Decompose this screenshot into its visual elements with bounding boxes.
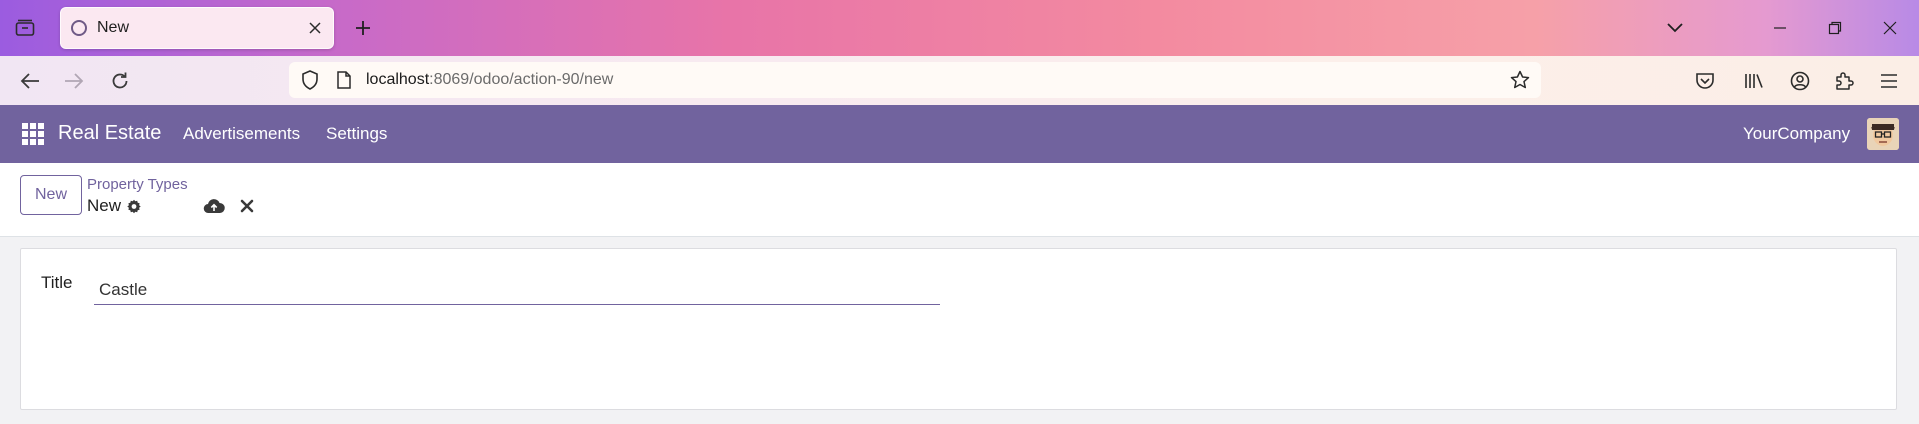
menu-settings[interactable]: Settings <box>326 124 387 144</box>
minimize-icon[interactable] <box>1768 16 1792 40</box>
url-host: localhost <box>366 71 430 88</box>
browser-toolbar: localhost:8069/odoo/action-90/new <box>0 56 1919 105</box>
browser-tab[interactable]: New <box>60 7 334 49</box>
pocket-icon[interactable] <box>1692 68 1718 94</box>
record-name: New <box>87 196 122 215</box>
app-navbar: Real Estate Advertisements Settings Your… <box>0 105 1919 163</box>
title-input[interactable] <box>94 269 940 305</box>
account-icon[interactable] <box>1787 68 1813 94</box>
back-arrow-icon[interactable] <box>17 68 43 94</box>
chevron-down-icon[interactable] <box>1663 16 1687 40</box>
form-view: Title <box>0 238 1919 424</box>
tab-title: New <box>97 19 130 36</box>
tab-favicon-icon <box>71 20 87 36</box>
tab-list-icon[interactable] <box>12 16 38 40</box>
bookmark-star-icon[interactable] <box>1509 69 1531 91</box>
breadcrumb-property-types[interactable]: Property Types <box>87 176 188 193</box>
new-tab-icon[interactable] <box>351 16 375 40</box>
menu-advertisements[interactable]: Advertisements <box>183 124 300 144</box>
shield-icon[interactable] <box>299 69 321 91</box>
gear-icon[interactable] <box>125 198 143 216</box>
control-panel: New Property Types New <box>0 163 1919 237</box>
apps-grid-icon[interactable] <box>22 123 44 145</box>
form-sheet: Title <box>20 248 1897 410</box>
tab-close-icon[interactable] <box>307 20 323 36</box>
library-icon[interactable] <box>1742 68 1768 94</box>
company-switcher[interactable]: YourCompany <box>1743 124 1850 144</box>
restore-icon[interactable] <box>1823 16 1847 40</box>
app-brand[interactable]: Real Estate <box>58 122 161 145</box>
url-path: :8069/odoo/action-90/new <box>429 71 614 88</box>
discard-close-icon[interactable] <box>238 197 256 215</box>
browser-tab-strip: New <box>0 0 1919 56</box>
extensions-icon[interactable] <box>1831 68 1857 94</box>
page-info-icon[interactable] <box>333 69 355 91</box>
menu-hamburger-icon[interactable] <box>1876 68 1902 94</box>
cloud-upload-save-icon[interactable] <box>203 196 225 216</box>
new-button[interactable]: New <box>20 175 82 215</box>
url-bar[interactable]: localhost:8069/odoo/action-90/new <box>289 62 1541 98</box>
title-label: Title <box>41 273 73 292</box>
forward-arrow-icon[interactable] <box>61 68 87 94</box>
url-text[interactable]: localhost:8069/odoo/action-90/new <box>366 71 613 89</box>
reload-icon[interactable] <box>107 68 133 94</box>
close-window-icon[interactable] <box>1878 16 1902 40</box>
user-avatar[interactable] <box>1867 118 1899 150</box>
